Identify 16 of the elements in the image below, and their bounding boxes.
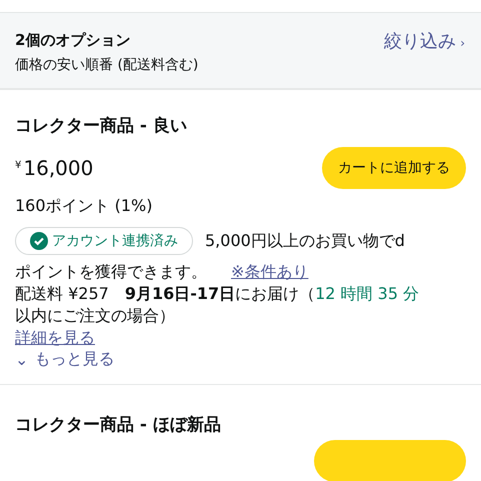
- conditions-link[interactable]: ※条件あり: [231, 261, 308, 283]
- delivery-text: 配送料 ¥257 9月16日-17日にお届け（12 時間 35 分 以内にご注文の場合）: [15, 283, 420, 327]
- sort-description: 価格の安い順番 (配送料含む): [15, 56, 198, 74]
- points-text: 160ポイント (1%): [15, 195, 154, 217]
- offer-title: コレクター商品 - 良い: [15, 115, 188, 137]
- offer-title: コレクター商品 - ほぼ新品: [15, 414, 222, 436]
- promo-text: 5,000円以上のお買い物でd: [205, 230, 405, 252]
- details-link[interactable]: 詳細を見る: [15, 328, 95, 347]
- price: ¥16,000: [15, 156, 94, 180]
- filter-link[interactable]: 絞り込み ›: [384, 29, 465, 53]
- options-title: 2個のオプション: [15, 31, 132, 50]
- see-more-link[interactable]: ⌄ もっと見る: [15, 349, 466, 370]
- account-linked-badge: アカウント連携済み: [15, 227, 193, 255]
- add-to-cart-button[interactable]: カートに追加する: [322, 147, 466, 189]
- add-to-cart-button[interactable]: [314, 440, 466, 481]
- promo-text: ポイントを獲得できます。: [15, 261, 207, 283]
